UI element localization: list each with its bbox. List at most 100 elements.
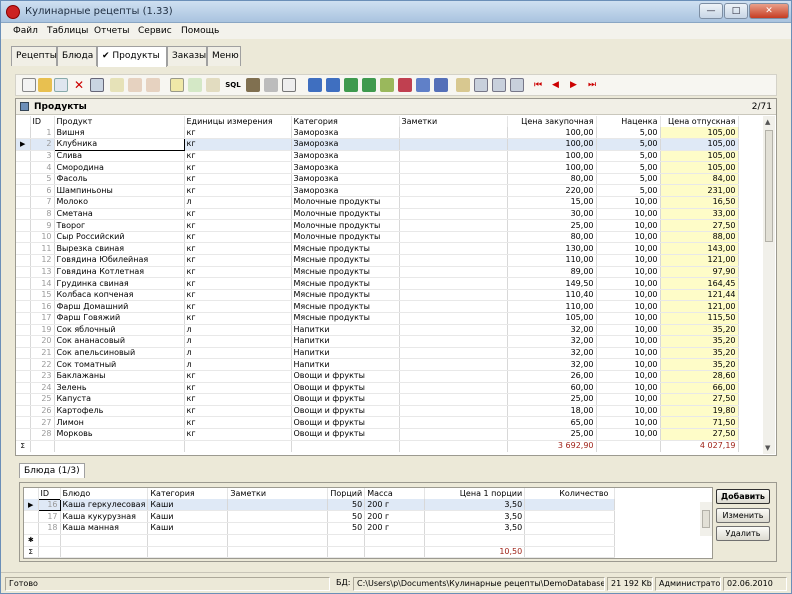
cell-category[interactable]: Овощи и фрукты [291,405,400,418]
cell-markup[interactable]: 10,00 [596,428,661,441]
table-row[interactable]: 17 Фарш Говяжий кг Мясные продукты 105,00 10,… [16,312,739,325]
cell-purchase-price[interactable]: 110,40 [507,289,597,302]
edit-button[interactable]: Изменить [716,508,770,523]
cell-notes[interactable] [399,335,508,348]
cell-sale-price[interactable]: 88,00 [660,231,739,244]
cell-markup[interactable]: 10,00 [596,347,661,360]
cell-product[interactable]: Сок ананасовый [54,335,185,348]
cell-markup[interactable]: 5,00 [596,184,661,198]
delete-record-icon[interactable]: ✕ [72,78,86,92]
cell-purchase-price[interactable]: 100,00 [507,138,597,151]
settings-icon[interactable] [510,78,524,92]
cell-units[interactable]: кг [184,150,292,163]
cell-product[interactable]: Творог [54,219,185,232]
sql-icon[interactable]: SQL [224,78,242,92]
new-row-cell[interactable] [327,534,366,547]
cell-markup[interactable]: 10,00 [596,277,661,290]
cell-id[interactable]: 1 [30,127,55,140]
cell-units[interactable]: кг [184,231,292,244]
cell-purchase-price[interactable]: 26,00 [507,370,597,383]
tab-recipes[interactable]: Рецепты [11,46,57,66]
col-notes[interactable]: Заметки [227,488,329,499]
find-icon[interactable] [170,78,184,92]
cell-sale-price[interactable]: 121,00 [660,300,739,313]
cell-notes[interactable] [399,416,508,429]
products-scrollbar[interactable]: ▲ ▼ [763,116,775,454]
cell-category[interactable]: Овощи и фрукты [291,382,400,395]
add-button[interactable]: Добавить [716,489,770,504]
menu-file[interactable]: Файл [13,26,38,36]
cell-product[interactable]: Баклажаны [54,370,185,383]
table-row[interactable]: 24 Зелень кг Овощи и фрукты 60,00 10,00 66,00 [16,382,739,395]
preview-icon[interactable] [282,78,296,92]
filter-clear-icon[interactable] [146,78,160,92]
cell-portion-price[interactable]: 3,50 [424,522,526,535]
cell-mass[interactable]: 200 г [364,499,426,512]
cell-units[interactable]: кг [184,242,292,256]
cell-notes[interactable] [399,324,508,337]
cell-markup[interactable]: 10,00 [596,289,661,302]
cell-markup[interactable]: 10,00 [596,196,661,209]
col-sale-price[interactable]: Цена отпускная [660,116,739,127]
cell-category[interactable]: Мясные продукты [291,254,400,267]
cell-id[interactable]: 8 [30,208,55,221]
cell-id[interactable]: 24 [30,382,55,395]
cell-product[interactable]: Сыр Российский [54,231,185,244]
table-row[interactable]: 26 Картофель кг Овощи и фрукты 18,00 10,00 19,… [16,405,739,418]
table-row[interactable]: 23 Баклажаны кг Овощи и фрукты 26,00 10,00 28,… [16,370,739,383]
cell-notes[interactable] [399,300,508,313]
edit-record-icon[interactable] [38,78,52,92]
cell-category[interactable]: Каши [147,510,229,524]
cell-markup[interactable]: 10,00 [596,358,661,371]
cell-purchase-price[interactable]: 30,00 [507,208,597,221]
cell-category[interactable]: Заморозка [291,127,400,140]
minimize-button[interactable]: — [699,3,723,19]
cell-id[interactable]: 13 [30,266,55,279]
cell-purchase-price[interactable]: 89,00 [507,266,597,279]
cell-notes[interactable] [399,184,508,198]
cell-purchase-price[interactable]: 105,00 [507,312,597,325]
col-purchase-price[interactable]: Цена закупочная [507,116,597,127]
cell-purchase-price[interactable]: 100,00 [507,127,597,140]
scroll-thumb[interactable] [702,510,710,528]
cell-category[interactable]: Заморозка [291,173,400,186]
cell-product[interactable]: Вишня [54,127,185,140]
new-row-cell[interactable] [424,534,526,547]
table-row[interactable]: 7 Молоко л Молочные продукты 15,00 10,00 16,50 [16,196,739,209]
cell-category[interactable]: Заморозка [291,184,400,198]
cell-mass[interactable]: 200 г [364,510,426,524]
table-row[interactable]: 6 Шампиньоны кг Заморозка 220,00 5,00 231,00 [16,184,739,198]
cell-purchase-price[interactable]: 32,00 [507,347,597,360]
scroll-up-icon[interactable]: ▲ [765,118,770,126]
cell-notes[interactable] [227,510,329,524]
cell-product[interactable]: Зелень [54,382,185,395]
cell-notes[interactable] [399,370,508,383]
cell-purchase-price[interactable]: 65,00 [507,416,597,429]
cell-markup[interactable]: 10,00 [596,242,661,256]
cell-notes[interactable] [399,173,508,186]
cell-category[interactable]: Каши [147,499,229,512]
cell-notes[interactable] [399,277,508,290]
cell-sale-price[interactable]: 28,60 [660,370,739,383]
cell-purchase-price[interactable]: 130,00 [507,242,597,256]
cell-id[interactable]: 17 [30,312,55,325]
cell-dish[interactable]: Каша манная [60,522,149,535]
table-row[interactable]: 11 Вырезка свиная кг Мясные продукты 130,00 1… [16,242,739,256]
table-row[interactable]: 14 Грудинка свиная кг Мясные продукты 149,50… [16,277,739,290]
cell-notes[interactable] [399,347,508,360]
cell-sale-price[interactable]: 35,20 [660,335,739,348]
window-icon[interactable] [474,78,488,92]
cell-units[interactable]: кг [184,208,292,221]
sort-icon[interactable] [206,78,220,92]
cell-units[interactable]: кг [184,382,292,395]
new-record-icon[interactable] [22,78,36,92]
cell-notes[interactable] [399,266,508,279]
col-category[interactable]: Категория [147,488,229,499]
cell-product[interactable]: Сметана [54,208,185,221]
cell-portion-price[interactable]: 3,50 [424,499,526,512]
cell-dish[interactable]: Каша кукурузная [60,510,149,524]
col-category[interactable]: Категория [291,116,400,127]
columns-icon[interactable] [456,78,470,92]
col-id[interactable]: ID [30,116,55,127]
grid-icon[interactable] [90,78,104,92]
